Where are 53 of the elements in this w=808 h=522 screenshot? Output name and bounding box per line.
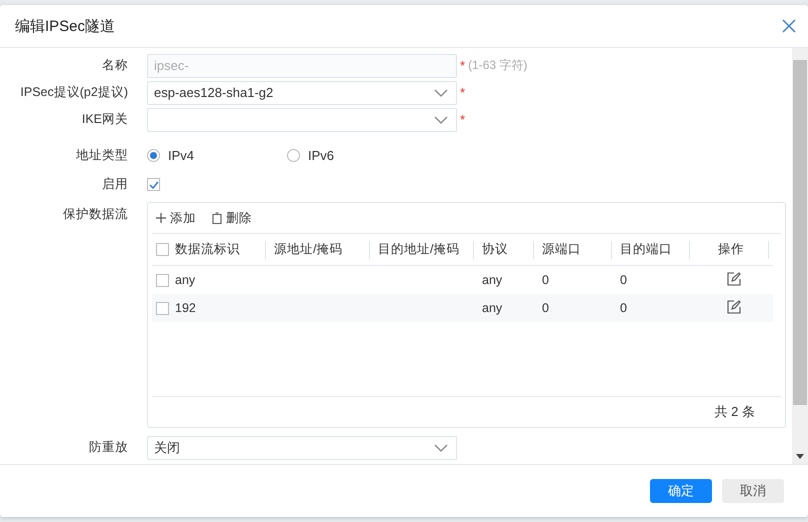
column-header: 源端口 (542, 241, 581, 258)
field-label: 地址类型 (75, 146, 129, 164)
field-label: 启用 (101, 176, 129, 193)
required-mark: * (460, 58, 466, 73)
column-header: 协议 (482, 241, 508, 258)
required-mark: * (460, 112, 466, 127)
select-field[interactable]: esp-aes128-sha1-g2 (147, 80, 457, 104)
field-label: IPSec提议(p2提议) (19, 84, 129, 101)
column-header: 操作 (718, 241, 744, 258)
radio-label: IPv4 (168, 148, 194, 162)
confirm-button[interactable]: 确定 (650, 479, 712, 503)
table-cell: 0 (620, 301, 627, 315)
cancel-button[interactable]: 取消 (722, 479, 784, 503)
column-header: 数据流标识 (175, 241, 240, 258)
table-cell: 192 (175, 301, 196, 315)
dialog-title: 编辑IPSec隧道 (15, 16, 116, 36)
chevron-down-icon (434, 116, 448, 124)
select-field[interactable] (147, 108, 457, 132)
clipboard-icon (212, 212, 222, 224)
radio-button[interactable] (287, 148, 300, 162)
chevron-down-icon (434, 88, 448, 96)
scroll-down-icon[interactable] (796, 454, 804, 459)
table-cell: 0 (542, 301, 549, 315)
table-cell: 0 (620, 273, 627, 287)
field-label: 名称 (101, 57, 129, 74)
table-cell: any (482, 273, 502, 287)
radio-label: IPv6 (308, 148, 334, 162)
plus-icon (156, 213, 166, 223)
row-checkbox[interactable] (156, 302, 169, 314)
delete-button[interactable]: 删除 (212, 210, 252, 226)
table-cell: any (175, 273, 196, 287)
table-cell: 0 (542, 273, 549, 287)
row-checkbox[interactable] (156, 274, 169, 286)
select-all-checkbox[interactable] (156, 243, 169, 256)
field-label: 保护数据流 (62, 206, 129, 223)
checkbox[interactable] (147, 178, 160, 191)
required-mark: * (460, 85, 466, 100)
close-icon[interactable] (782, 19, 796, 33)
field-label: IKE网关 (80, 111, 129, 128)
edit-icon[interactable] (726, 300, 740, 314)
chevron-down-icon (434, 444, 448, 452)
scrollbar-thumb[interactable] (793, 60, 807, 405)
radio-button[interactable] (147, 148, 160, 162)
field-label: 防重放 (88, 439, 129, 456)
column-header: 目的地址/掩码 (378, 241, 460, 258)
column-header: 目的端口 (620, 241, 672, 258)
column-header: 源地址/掩码 (274, 241, 342, 258)
field-hint: (1-63 字符) (468, 57, 528, 74)
add-button[interactable]: 添加 (156, 210, 196, 226)
select-field[interactable]: 关闭 (147, 436, 457, 460)
total-count: 共 2 条 (714, 403, 755, 421)
table-cell: any (482, 301, 502, 315)
edit-icon[interactable] (726, 272, 740, 286)
